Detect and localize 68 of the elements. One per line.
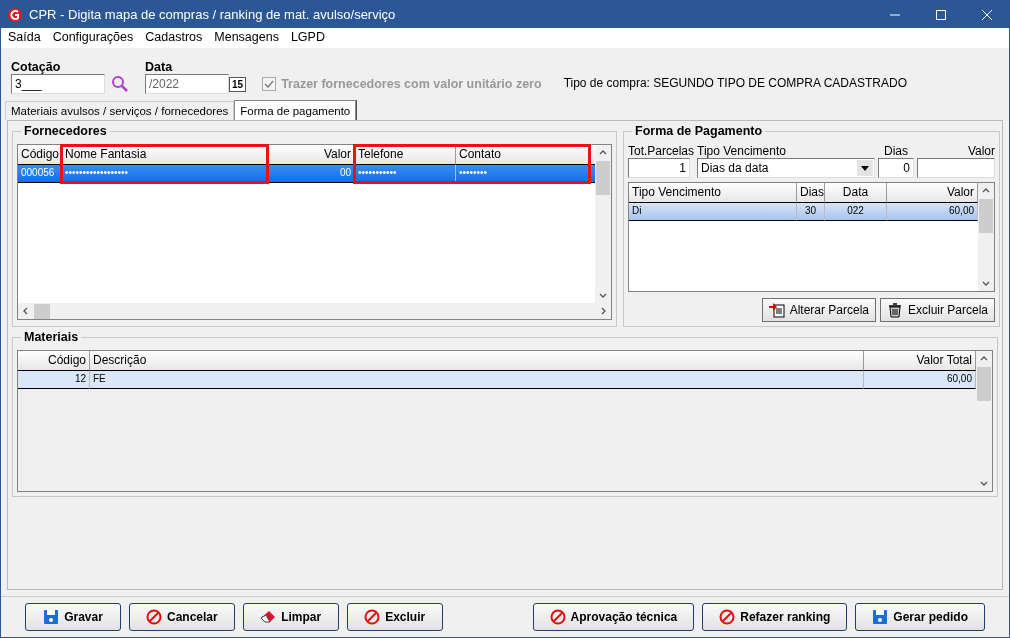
menu-item[interactable]: Configurações	[52, 30, 134, 46]
column-header[interactable]: Tipo Vencimento	[629, 183, 797, 203]
table-cell: 12	[18, 371, 90, 389]
action-button[interactable]: Gravar	[25, 603, 121, 631]
table-cell: 000056	[18, 165, 62, 183]
table-cell: Di	[629, 203, 797, 221]
installments-field[interactable]: 1	[628, 158, 690, 178]
action-button[interactable]: Limpar	[242, 603, 339, 631]
action-button[interactable]: Aprovação técnica	[532, 603, 695, 631]
prohibited-icon	[549, 609, 566, 625]
quote-field[interactable]: 3___	[11, 74, 105, 94]
action-button[interactable]: Alterar Parcela	[761, 298, 876, 322]
tab[interactable]: Materiais avulsos / serviços / fornecedores	[5, 101, 235, 120]
calendar-button[interactable]: 15	[229, 76, 247, 92]
column-header[interactable]: Valor	[267, 145, 355, 165]
action-button[interactable]: Refazer ranking	[702, 603, 848, 631]
checkbox-label: Trazer fornecedores com valor unitário zero	[281, 77, 542, 91]
scrollbar-thumb[interactable]	[979, 199, 994, 233]
group-title: Forma de Pagamento	[632, 124, 766, 138]
table-cell: 022	[825, 203, 887, 221]
days-field[interactable]: 0	[878, 158, 915, 178]
close-icon[interactable]	[981, 8, 993, 21]
tab[interactable]: Forma de pagamento	[234, 100, 357, 120]
field-label: Dias	[883, 144, 910, 158]
scrollbar-thumb[interactable]	[34, 303, 50, 319]
document-icon	[768, 302, 785, 318]
app-logo-icon	[7, 6, 23, 23]
window-title: CPR - Digita mapa de compras / ranking de mat. avulso/serviço	[29, 7, 397, 22]
menu-item[interactable]: Mensagens	[214, 30, 279, 46]
menu-item[interactable]: Cadastros	[145, 30, 203, 46]
due-type-dropdown[interactable]: Dias da data	[697, 158, 876, 178]
scrollbar-thumb[interactable]	[977, 367, 991, 401]
action-button[interactable]: Excluir	[346, 603, 443, 631]
field-label: Tipo Vencimento	[697, 144, 787, 158]
column-header[interactable]: Descrição	[90, 351, 864, 371]
column-header[interactable]: Valor Total	[864, 351, 976, 371]
column-header[interactable]: Dias	[797, 183, 825, 203]
menu-item[interactable]: Saída	[8, 30, 41, 46]
field-label: Cotação	[11, 60, 62, 74]
trash-icon	[887, 302, 903, 318]
search-icon[interactable]	[111, 75, 129, 93]
scrollbar-thumb[interactable]	[596, 161, 610, 195]
group-title: Fornecedores	[21, 124, 110, 138]
column-header[interactable]: Valor	[887, 183, 979, 203]
date-field[interactable]: /2022	[145, 74, 229, 94]
maximize-icon[interactable]	[935, 8, 947, 21]
prohibited-icon	[719, 609, 736, 625]
group-title: Materiais	[21, 330, 82, 344]
column-header[interactable]: Data	[825, 183, 887, 203]
field-label: Data	[145, 60, 174, 74]
field-label: Tot.Parcelas	[628, 144, 695, 158]
column-header[interactable]: Código	[18, 145, 62, 165]
menu-item[interactable]: LGPD	[290, 30, 325, 46]
action-button[interactable]: Cancelar	[129, 603, 235, 631]
purchase-type-text: Tipo de compra: SEGUNDO TIPO DE COMPRA CADASTRADO	[563, 76, 908, 92]
table-cell: 60,00	[864, 371, 976, 389]
eraser-icon	[260, 609, 277, 625]
table-cell: FE	[90, 371, 864, 389]
prohibited-icon	[364, 609, 381, 625]
column-header[interactable]: Código	[18, 351, 90, 371]
value-field[interactable]	[917, 158, 996, 178]
field-label: Valor	[966, 144, 996, 158]
table-cell: 60,00	[887, 203, 979, 221]
action-button[interactable]: Gerar pedido	[855, 603, 985, 631]
table-cell: 30	[797, 203, 825, 221]
action-button[interactable]: Excluir Parcela	[880, 298, 996, 322]
prohibited-icon	[146, 609, 162, 625]
table-cell: 00	[267, 165, 355, 183]
